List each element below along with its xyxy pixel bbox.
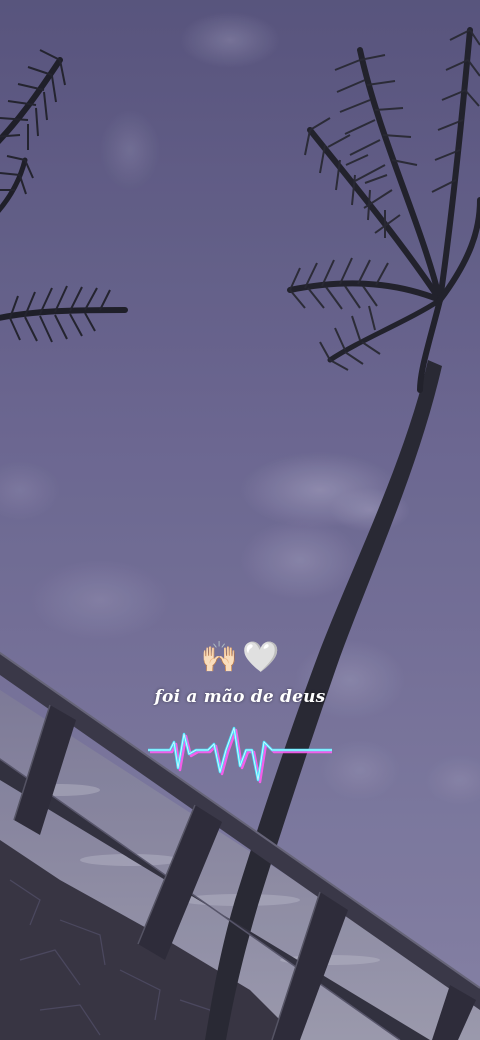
heartbeat-pulse-icon — [148, 726, 332, 784]
story-overlay: 🙌🏻 🤍 foi a mão de deus — [0, 636, 480, 806]
photo-scene: 🙌🏻 🤍 foi a mão de deus — [0, 0, 480, 1040]
white-heart-icon: 🤍 — [242, 640, 280, 675]
caption-text: foi a mão de deus — [154, 687, 326, 707]
raised-hands-icon: 🙌🏻 — [200, 640, 238, 675]
emoji-row: 🙌🏻 🤍 — [0, 636, 480, 680]
beach-palm-photo — [0, 0, 480, 1040]
